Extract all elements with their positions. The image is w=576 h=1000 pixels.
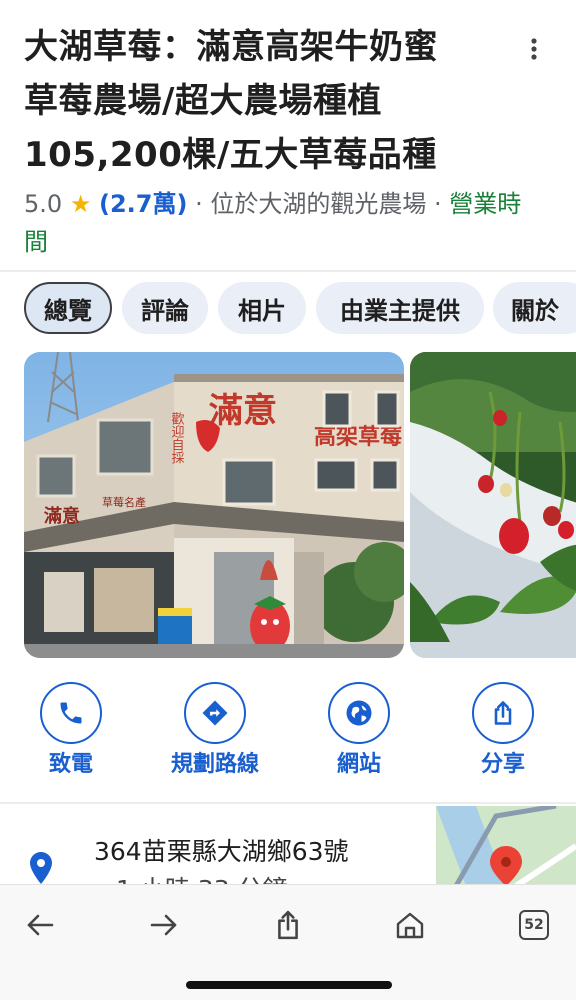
browser-share-button[interactable] bbox=[264, 901, 312, 949]
directions-button[interactable]: 規劃路線 bbox=[144, 682, 284, 782]
share-icon bbox=[494, 701, 512, 725]
call-circle bbox=[40, 682, 102, 744]
star-icon: ★ bbox=[69, 190, 92, 218]
forward-button[interactable] bbox=[140, 901, 188, 949]
map-image bbox=[436, 806, 576, 886]
tab-from-owner[interactable]: 由業主提供 bbox=[316, 282, 484, 334]
arrow-right-icon bbox=[150, 914, 177, 936]
tab-count-icon: 52 bbox=[519, 910, 549, 940]
place-category: 位於大湖的觀光農場 bbox=[210, 190, 427, 218]
sign-small-text: 草莓名產 bbox=[102, 495, 146, 509]
address-text: 364苗栗縣大湖鄉63號 bbox=[94, 837, 349, 866]
website-circle bbox=[328, 682, 390, 744]
tab-reviews[interactable]: 評論 bbox=[122, 282, 208, 334]
address-row[interactable]: 364苗栗縣大湖鄉63號 1 小時 33 分鐘 bbox=[0, 806, 576, 886]
share-circle bbox=[472, 682, 534, 744]
strawberry-photo[interactable] bbox=[410, 352, 576, 658]
tabs-button[interactable]: 52 bbox=[510, 901, 558, 949]
browser-toolbar: 52 bbox=[0, 884, 576, 1000]
title-line: 105,200棵/五大草莓品種 bbox=[24, 135, 437, 175]
photo-carousel[interactable]: 滿意 高架草莓 歡迎自採 滿意 草莓名產 bbox=[0, 352, 576, 658]
rating-summary: 5.0 ★ (2.7萬) · 位於大湖的觀光農場 · 營業時 間 bbox=[24, 185, 554, 261]
phone-icon bbox=[60, 702, 82, 724]
sign-left-text: 歡迎自採 bbox=[169, 412, 185, 464]
separator: · bbox=[195, 190, 211, 218]
divider bbox=[0, 270, 576, 272]
call-label: 致電 bbox=[48, 752, 93, 777]
storefront-photo[interactable]: 滿意 高架草莓 歡迎自採 滿意 草莓名產 bbox=[24, 352, 404, 658]
sign-main-text: 滿意 bbox=[209, 391, 277, 431]
directions-circle bbox=[184, 682, 246, 744]
globe-icon bbox=[346, 700, 372, 726]
back-button[interactable] bbox=[16, 901, 64, 949]
title-line: 大湖草莓：滿意高架牛奶蜜 bbox=[24, 27, 438, 67]
svg-text:滿意: 滿意 bbox=[44, 505, 80, 527]
action-buttons: 致電 規劃路線 網站 分享 bbox=[0, 682, 576, 782]
more-options-button[interactable] bbox=[514, 34, 554, 64]
place-tabs: 總覽 評論 相片 由業主提供 關於 bbox=[0, 282, 576, 336]
tab-count: 52 bbox=[524, 917, 544, 933]
tab-photos[interactable]: 相片 bbox=[218, 282, 306, 334]
separator: · bbox=[433, 190, 450, 218]
share-label: 分享 bbox=[480, 752, 525, 777]
tab-overview[interactable]: 總覽 bbox=[24, 282, 112, 334]
website-label: 網站 bbox=[336, 752, 381, 777]
home-button[interactable] bbox=[386, 901, 434, 949]
home-icon bbox=[396, 912, 424, 939]
directions-icon bbox=[202, 700, 228, 726]
call-button[interactable]: 致電 bbox=[0, 682, 140, 782]
storefront-image: 滿意 高架草莓 歡迎自採 滿意 草莓名產 bbox=[24, 352, 404, 658]
opening-hours-link[interactable]: 營業時 bbox=[449, 190, 521, 218]
tab-about[interactable]: 關於 bbox=[493, 282, 576, 334]
more-vert-icon bbox=[531, 38, 537, 60]
review-count-link[interactable]: (2.7萬) bbox=[99, 190, 187, 218]
arrow-left-icon bbox=[27, 914, 54, 936]
location-pin-icon bbox=[30, 852, 52, 884]
rating-value: 5.0 bbox=[24, 190, 63, 218]
strawberry-image bbox=[410, 352, 576, 658]
home-indicator bbox=[186, 981, 392, 989]
opening-hours-link-cont[interactable]: 間 bbox=[24, 228, 48, 256]
place-title: 大湖草莓：滿意高架牛奶蜜 草莓農場/超大農場種植 105,200棵/五大草莓品種 bbox=[24, 20, 504, 182]
sign-right-text: 高架草莓 bbox=[314, 424, 402, 450]
title-line: 草莓農場/超大農場種植 bbox=[24, 81, 382, 121]
directions-label: 規劃路線 bbox=[170, 752, 259, 777]
map-thumbnail[interactable] bbox=[436, 806, 576, 886]
divider bbox=[0, 802, 576, 804]
share-button[interactable]: 分享 bbox=[432, 682, 572, 782]
share-icon bbox=[278, 910, 298, 940]
website-button[interactable]: 網站 bbox=[288, 682, 428, 782]
